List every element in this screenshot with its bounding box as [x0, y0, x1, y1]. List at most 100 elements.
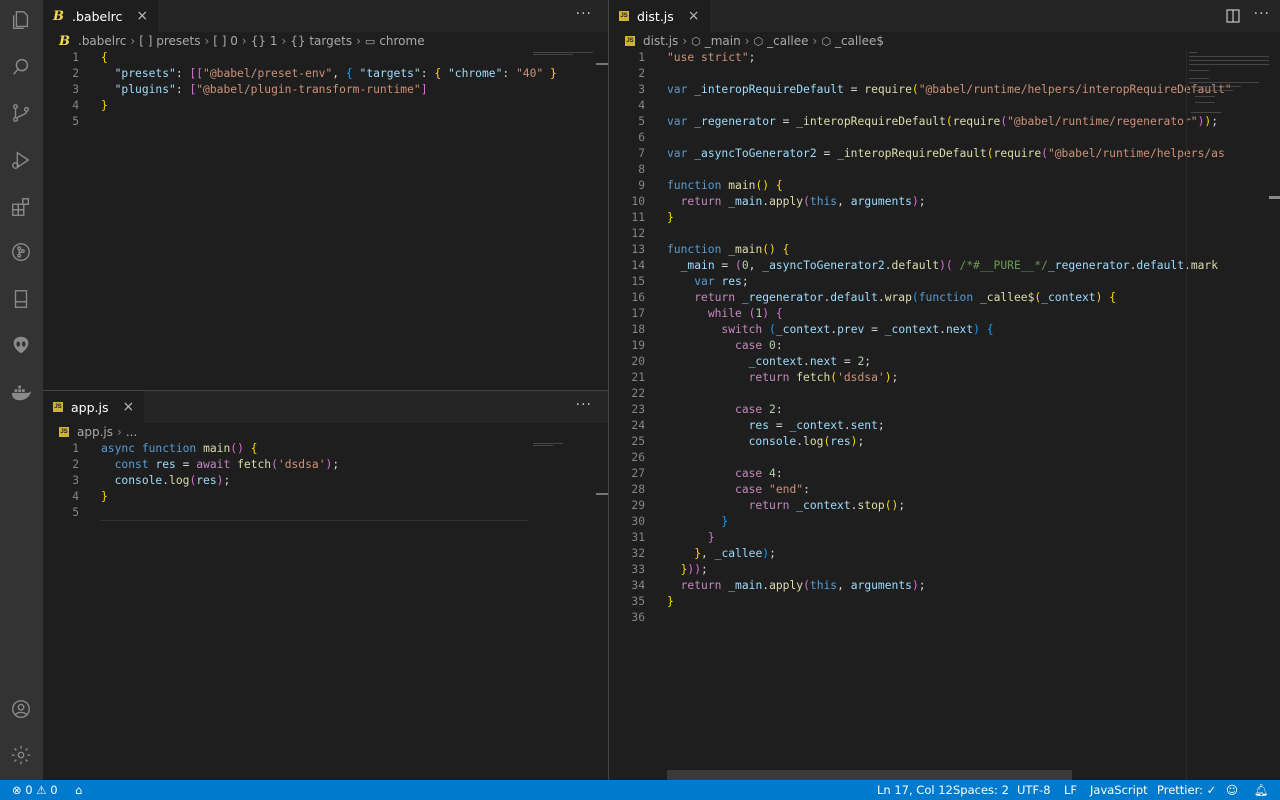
code-line[interactable]: 31 } — [609, 530, 1184, 546]
more-actions-icon[interactable]: ··· — [1254, 6, 1270, 22]
code-line[interactable]: 2 — [609, 66, 1184, 82]
code-line[interactable]: 3 "plugins": ["@babel/plugin-transform-r… — [43, 82, 523, 98]
code-line[interactable]: 2 const res = await fetch('dsdsa'); — [43, 457, 523, 473]
breadcrumb-item[interactable]: {} targets — [290, 34, 352, 48]
code-line[interactable]: 3 var _interopRequireDefault = require("@… — [609, 82, 1231, 98]
code-line[interactable]: 36 — [609, 610, 1184, 626]
code-line[interactable]: 7 var _asyncToGenerator2 = _interopRequir… — [609, 146, 1225, 162]
code-line[interactable]: 35} — [609, 594, 1184, 610]
tab-babelrc[interactable]: B .babelrc × — [43, 0, 159, 32]
breadcrumb-item[interactable]: _callee$ — [835, 34, 884, 48]
prettier-status[interactable]: Prettier: ✓ — [1157, 780, 1216, 800]
status-bar: ⊗ 0 ⚠ 0 ⌂ Ln 17, Col 12 Spaces: 2 UTF-8 … — [0, 780, 1280, 800]
breadcrumb-item[interactable]: {} 1 — [251, 34, 278, 48]
git-graph-icon[interactable] — [9, 240, 33, 264]
indentation[interactable]: Spaces: 2 — [953, 780, 1009, 800]
docker-icon[interactable] — [9, 380, 33, 404]
extensions-icon[interactable] — [9, 195, 33, 219]
code-line[interactable]: 4} — [43, 489, 523, 505]
code-line[interactable]: 27 case 4: — [609, 466, 1184, 482]
code-line[interactable]: 1{ — [43, 50, 523, 66]
close-icon[interactable]: × — [136, 8, 148, 24]
code-line[interactable]: 4 — [609, 98, 1184, 114]
code-line[interactable]: 18 switch (_context.prev = _context.next… — [609, 322, 1184, 338]
code-line[interactable]: 32 }, _callee); — [609, 546, 1184, 562]
code-line[interactable]: 11} — [609, 210, 1184, 226]
code-line[interactable]: 3 console.log(res); — [43, 473, 523, 489]
breadcrumb-item[interactable]: _callee — [767, 34, 808, 48]
breadcrumb-item[interactable]: app.js — [77, 425, 113, 439]
source-control-icon[interactable] — [9, 101, 33, 125]
code-line[interactable]: 30 } — [609, 514, 1184, 530]
code-line[interactable]: 28 case "end": — [609, 482, 1184, 498]
code-line[interactable]: 25 console.log(res); — [609, 434, 1184, 450]
code-line[interactable]: 21 return fetch('dsdsa'); — [609, 370, 1184, 386]
code-line[interactable]: 13 function _main() { — [609, 242, 1184, 258]
code-line[interactable]: 4} — [43, 98, 523, 114]
code-line[interactable]: 8 — [609, 162, 1184, 178]
code-line[interactable]: 22 — [609, 386, 1184, 402]
code-line[interactable]: 16 return _regenerator.default.wrap(func… — [609, 290, 1184, 306]
breadcrumb-item[interactable]: _main — [705, 34, 741, 48]
code-line[interactable]: 14 _main = (0, _asyncToGenerator2.defaul… — [609, 258, 1218, 274]
close-icon[interactable]: × — [123, 399, 135, 415]
code-line[interactable]: 17 while (1) { — [609, 306, 1184, 322]
tab-appjs[interactable]: JS app.js × — [43, 391, 145, 423]
code-line[interactable]: 9 function main() { — [609, 178, 1184, 194]
code-line[interactable]: 2 "presets": [["@babel/preset-env", { "t… — [43, 66, 557, 82]
code-line[interactable]: 29 return _context.stop(); — [609, 498, 1184, 514]
horizontal-scrollbar[interactable] — [667, 770, 1072, 780]
explorer-icon[interactable] — [9, 8, 33, 32]
code-line[interactable]: 34 return _main.apply(this, arguments); — [609, 578, 1184, 594]
breadcrumb-item[interactable]: dist.js — [643, 34, 678, 48]
notifications-bell-icon[interactable]: 🔔︎ — [1254, 780, 1269, 800]
encoding[interactable]: UTF-8 — [1017, 780, 1051, 800]
settings-gear-icon[interactable] — [9, 743, 33, 767]
tab-distjs[interactable]: JS dist.js × — [609, 0, 710, 32]
language-mode[interactable]: JavaScript — [1090, 780, 1148, 800]
code-line[interactable]: 15 var res; — [609, 274, 1184, 290]
scroll-indicator[interactable] — [596, 493, 608, 495]
code-line[interactable]: 23 case 2: — [609, 402, 1184, 418]
more-actions-icon[interactable]: ··· — [576, 6, 592, 22]
problems-indicator[interactable]: ⊗ 0 ⚠ 0 — [12, 780, 58, 800]
code-line[interactable]: 20 _context.next = 2; — [609, 354, 1184, 370]
feedback-icon[interactable]: ☺ — [1226, 780, 1238, 800]
code-line[interactable]: 1 "use strict"; — [609, 50, 1184, 66]
search-icon[interactable] — [9, 55, 33, 79]
code-line[interactable]: 5 — [43, 505, 523, 521]
minimap[interactable] — [533, 50, 603, 110]
code-line[interactable]: 12 — [609, 226, 1184, 242]
split-editor-icon[interactable] — [1226, 8, 1240, 27]
breadcrumb-item[interactable]: chrome — [379, 34, 424, 48]
code-line[interactable]: 19 case 0: — [609, 338, 1184, 354]
code-text: switch (_context.prev = _context.next) { — [721, 323, 994, 336]
breadcrumb-item[interactable]: ... — [126, 425, 137, 439]
scroll-indicator[interactable] — [596, 63, 608, 65]
cursor-position[interactable]: Ln 17, Col 12 — [877, 780, 953, 800]
line-number: 7 — [638, 147, 645, 160]
code-line[interactable]: 24 res = _context.sent; — [609, 418, 1184, 434]
remote-explorer-icon[interactable] — [9, 287, 33, 311]
alien-icon[interactable] — [9, 333, 33, 357]
code-line[interactable]: 5 var _regenerator = _interopRequireDefau… — [609, 114, 1218, 130]
breadcrumb-item[interactable]: .babelrc — [78, 34, 126, 48]
scroll-indicator[interactable] — [1269, 196, 1280, 199]
breadcrumb-item[interactable]: [ ] 0 — [213, 34, 238, 48]
code-line[interactable]: 5 — [43, 114, 523, 130]
run-debug-icon[interactable] — [9, 148, 33, 172]
code-line[interactable]: 26 — [609, 450, 1184, 466]
minimap[interactable] — [1189, 50, 1269, 160]
code-line[interactable]: 1 async function main() { — [43, 441, 523, 457]
account-icon[interactable] — [9, 697, 33, 721]
close-icon[interactable]: × — [688, 8, 700, 24]
minimap[interactable] — [533, 441, 603, 501]
more-actions-icon[interactable]: ··· — [576, 397, 592, 413]
code-line[interactable]: 33 })); — [609, 562, 1184, 578]
code-line[interactable]: 10 return _main.apply(this, arguments); — [609, 194, 1184, 210]
home-icon[interactable]: ⌂ — [75, 780, 82, 800]
code-line[interactable]: 6 — [609, 130, 1184, 146]
breadcrumb-item[interactable]: [ ] presets — [139, 34, 200, 48]
line-number: 33 — [631, 563, 645, 576]
end-of-line[interactable]: LF — [1064, 780, 1077, 800]
